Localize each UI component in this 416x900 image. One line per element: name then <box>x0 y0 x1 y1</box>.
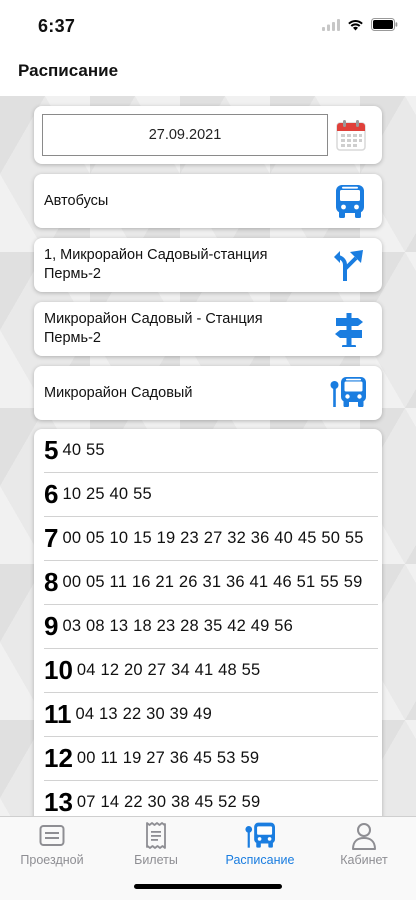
schedule-content: 27.09.2021 Автобусы 1, Микрорайон Садовы… <box>0 96 416 816</box>
tab-schedule[interactable]: Расписание <box>208 821 312 867</box>
person-icon <box>352 823 376 850</box>
timetable[interactable]: 5 40 55 6 10 25 40 55 7 00 05 10 15 19 2… <box>34 429 382 816</box>
tab-label: Расписание <box>225 853 295 867</box>
hour-label: 6 <box>44 479 59 509</box>
minutes-list: 40 55 <box>62 441 105 459</box>
direction-label: Микрорайон Садовый - Станция Пермь-2 <box>44 311 263 346</box>
battery-icon <box>371 18 398 31</box>
date-card: 27.09.2021 <box>34 106 382 164</box>
receipt-icon <box>146 822 166 849</box>
status-bar: 6:37 <box>0 0 416 50</box>
minutes-list: 03 08 13 18 23 28 35 42 49 56 <box>62 617 294 635</box>
home-indicator <box>134 884 282 889</box>
route-selector[interactable]: 1, Микрорайон Садовый-станция Пермь-2 <box>34 238 382 292</box>
hour-label: 10 <box>44 655 73 685</box>
signal-icon <box>322 18 340 31</box>
table-row: 11 04 13 22 30 39 49 <box>44 693 378 737</box>
page-title: Расписание <box>18 61 119 80</box>
hour-label: 13 <box>44 787 73 816</box>
tab-label: Кабинет <box>340 853 388 867</box>
table-row: 9 03 08 13 18 23 28 35 42 49 56 <box>44 605 378 649</box>
route-label: 1, Микрорайон Садовый-станция Пермь-2 <box>44 247 268 282</box>
table-row: 6 10 25 40 55 <box>44 473 378 517</box>
tab-pass[interactable]: Проездной <box>0 821 104 867</box>
nav-bar: Расписание <box>0 50 416 96</box>
hour-label: 8 <box>44 567 59 597</box>
table-row: 7 00 05 10 15 19 23 27 32 36 40 45 50 55 <box>44 517 378 561</box>
calendar-icon[interactable] <box>336 119 366 151</box>
transport-type-selector[interactable]: Автобусы <box>34 174 382 228</box>
bus-stop-icon <box>330 377 366 407</box>
route-branch-icon <box>334 250 363 281</box>
direction-selector[interactable]: Микрорайон Садовый - Станция Пермь-2 <box>34 302 382 356</box>
minutes-list: 04 12 20 27 34 41 48 55 <box>76 661 261 679</box>
stop-selector[interactable]: Микрорайон Садовый <box>34 366 382 420</box>
table-row: 13 07 14 22 30 38 45 52 59 <box>44 781 378 816</box>
hour-label: 12 <box>44 743 73 773</box>
hour-label: 9 <box>44 611 59 641</box>
hour-label: 7 <box>44 523 59 553</box>
minutes-list: 07 14 22 30 38 45 52 59 <box>76 793 261 811</box>
minutes-list: 00 05 11 16 21 26 31 36 41 46 51 55 59 <box>62 573 363 591</box>
hour-label: 11 <box>44 699 72 729</box>
minutes-list: 04 13 22 30 39 49 <box>75 705 212 723</box>
table-row: 5 40 55 <box>44 429 378 473</box>
status-time: 6:37 <box>38 16 76 36</box>
minutes-list: 00 05 10 15 19 23 27 32 36 40 45 50 55 <box>62 529 364 547</box>
date-field[interactable]: 27.09.2021 <box>42 114 328 156</box>
card-icon <box>39 825 65 846</box>
signpost-icon <box>335 313 363 347</box>
wifi-icon <box>348 19 363 30</box>
bus-stop-icon <box>245 822 275 848</box>
minutes-list: 00 11 19 27 36 45 53 59 <box>76 749 260 767</box>
minutes-list: 10 25 40 55 <box>62 485 152 503</box>
tab-label: Билеты <box>134 853 178 867</box>
table-row: 8 00 05 11 16 21 26 31 36 41 46 51 55 59 <box>44 561 378 605</box>
stop-label: Микрорайон Садовый <box>44 385 193 401</box>
tab-account[interactable]: Кабинет <box>312 821 416 867</box>
bus-icon <box>336 185 364 218</box>
status-icons <box>322 18 398 31</box>
hour-label: 5 <box>44 435 59 465</box>
transport-type-label: Автобусы <box>44 193 109 209</box>
tab-tickets[interactable]: Билеты <box>104 821 208 867</box>
table-row: 10 04 12 20 27 34 41 48 55 <box>44 649 378 693</box>
tab-label: Проездной <box>20 853 84 867</box>
table-row: 12 00 11 19 27 36 45 53 59 <box>44 737 378 781</box>
